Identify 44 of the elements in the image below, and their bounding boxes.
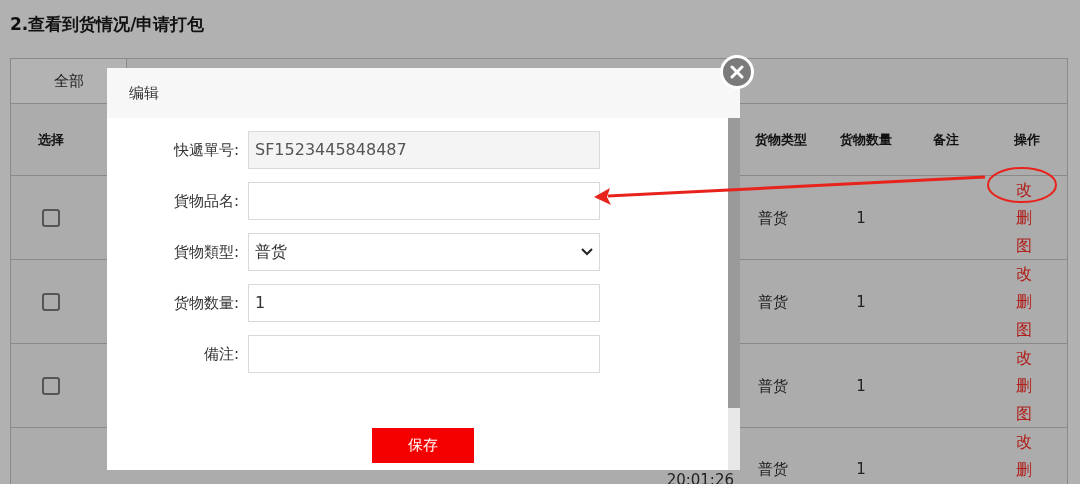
column-header: 货物数量 bbox=[840, 130, 892, 149]
column-header: 操作 bbox=[1013, 130, 1040, 149]
table-cell-text: 普货 bbox=[758, 207, 788, 229]
dialog-title: 编辑 bbox=[129, 82, 159, 104]
field-label: 快遞單号: bbox=[173, 141, 239, 159]
action-link[interactable]: 改 bbox=[1015, 260, 1032, 288]
action-link[interactable]: 改 bbox=[1015, 344, 1032, 372]
table-cell-text: 普货 bbox=[758, 375, 788, 397]
action-link[interactable]: 图 bbox=[1015, 232, 1032, 260]
action-link[interactable]: 删 bbox=[1015, 456, 1032, 484]
column-header: 货物类型 bbox=[755, 130, 807, 149]
chevron-down-icon bbox=[581, 248, 593, 256]
table-cell-text: 1 bbox=[856, 291, 866, 313]
action-link[interactable]: 删 bbox=[1015, 288, 1032, 316]
annotation-ellipse bbox=[987, 167, 1057, 203]
action-link[interactable]: 改 bbox=[1015, 428, 1032, 456]
column-header: 选择 bbox=[38, 130, 64, 149]
field-label: 货物数量: bbox=[173, 294, 239, 312]
table-cell-text: 1 bbox=[856, 207, 866, 229]
row-checkbox[interactable] bbox=[42, 209, 60, 227]
field-label: 備注: bbox=[203, 345, 239, 363]
table-cell-text: 1 bbox=[856, 375, 866, 397]
action-link[interactable]: 图 bbox=[1015, 316, 1032, 344]
input-field[interactable] bbox=[248, 182, 600, 220]
save-button[interactable]: 保存 bbox=[372, 428, 474, 463]
table-cell-text: 普货 bbox=[758, 459, 788, 481]
column-header: 备注 bbox=[933, 130, 959, 149]
select-field[interactable]: 普货 bbox=[248, 233, 600, 271]
action-link[interactable]: 改 bbox=[1015, 176, 1032, 204]
field-label: 貨物類型: bbox=[173, 243, 239, 261]
action-link[interactable]: 删 bbox=[1015, 372, 1032, 400]
row-checkbox[interactable] bbox=[42, 293, 60, 311]
action-link[interactable]: 删 bbox=[1015, 204, 1032, 232]
field-label: 貨物品名: bbox=[173, 192, 239, 210]
tracking-number-field[interactable]: SF1523445848487 bbox=[248, 131, 600, 169]
close-icon bbox=[730, 65, 744, 79]
table-cell-text: 普货 bbox=[758, 291, 788, 313]
row-checkbox[interactable] bbox=[42, 377, 60, 395]
action-link[interactable]: 图 bbox=[1015, 400, 1032, 428]
table-cell-text: 20:01:26 bbox=[666, 469, 734, 484]
input-field[interactable] bbox=[248, 335, 600, 373]
section-heading: 2.查看到货情况/申请打包 bbox=[10, 14, 205, 34]
table-cell-text: 1 bbox=[856, 459, 866, 481]
input-field[interactable]: 1 bbox=[248, 284, 600, 322]
